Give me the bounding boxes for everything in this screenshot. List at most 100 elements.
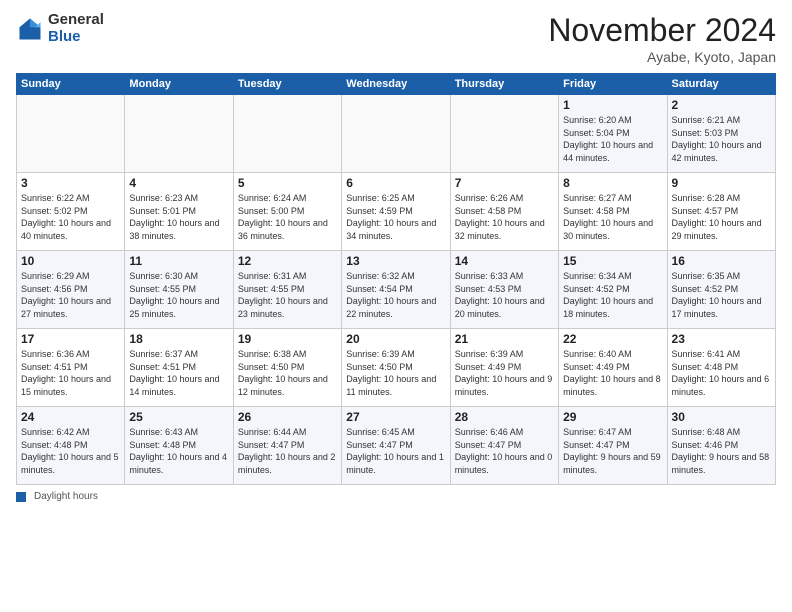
day-info: Sunrise: 6:22 AMSunset: 5:02 PMDaylight:… [21,192,120,242]
calendar-day-1: 1Sunrise: 6:20 AMSunset: 5:04 PMDaylight… [559,95,667,173]
day-info: Sunrise: 6:20 AMSunset: 5:04 PMDaylight:… [563,114,662,164]
day-info: Sunrise: 6:23 AMSunset: 5:01 PMDaylight:… [129,192,228,242]
day-info: Sunrise: 6:21 AMSunset: 5:03 PMDaylight:… [672,114,771,164]
calendar-day-3: 3 Sunrise: 6:22 AMSunset: 5:02 PMDaylight… [17,173,125,251]
day-info: Sunrise: 6:33 AMSunset: 4:53 PMDaylight:… [455,270,554,320]
calendar-day-5: 5 Sunrise: 6:24 AMSunset: 5:00 PMDaylight… [233,173,341,251]
day-number: 29 [563,410,662,424]
calendar-day-7: 7Sunrise: 6:26 AMSunset: 4:58 PMDaylight… [450,173,558,251]
calendar-day-21: 21 Sunrise: 6:39 AMSunset: 4:49 PMDayligh… [450,329,558,407]
day-number: 26 [238,410,337,424]
day-info: Sunrise: 6:36 AMSunset: 4:51 PMDaylight:… [21,348,120,398]
calendar-day-18: 18 Sunrise: 6:37 AMSunset: 4:51 PMDayligh… [125,329,233,407]
calendar-day-24: 24 Sunrise: 6:42 AMSunset: 4:48 PMDayligh… [17,407,125,485]
day-number: 23 [672,332,771,346]
day-info: Sunrise: 6:44 AMSunset: 4:47 PMDaylight:… [238,426,337,476]
day-info: Sunrise: 6:27 AMSunset: 4:58 PMDaylight:… [563,192,662,242]
day-number: 11 [129,254,228,268]
day-number: 13 [346,254,445,268]
day-info: Sunrise: 6:39 AMSunset: 4:49 PMDaylight:… [455,348,554,398]
calendar-day-8: 8 Sunrise: 6:27 AMSunset: 4:58 PMDaylight… [559,173,667,251]
day-number: 20 [346,332,445,346]
day-number: 22 [563,332,662,346]
day-number: 16 [672,254,771,268]
legend-label: Daylight hours [34,491,98,502]
logo-icon [16,15,44,43]
calendar-day-9: 9 Sunrise: 6:28 AMSunset: 4:57 PMDaylight… [667,173,775,251]
calendar-day-16: 16 Sunrise: 6:35 AMSunset: 4:52 PMDayligh… [667,251,775,329]
calendar-day-empty [125,95,233,173]
calendar-day-empty [17,95,125,173]
day-info: Sunrise: 6:39 AMSunset: 4:50 PMDaylight:… [346,348,445,398]
calendar-day-empty [233,95,341,173]
logo-text: General Blue [48,12,104,45]
calendar-day-28: 28Sunrise: 6:46 AMSunset: 4:47 PMDayligh… [450,407,558,485]
calendar-day-10: 10 Sunrise: 6:29 AMSunset: 4:56 PMDayligh… [17,251,125,329]
day-number: 2 [672,98,771,112]
logo: General Blue [16,12,104,45]
legend-dot [16,492,26,502]
day-info: Sunrise: 6:40 AMSunset: 4:49 PMDaylight:… [563,348,662,398]
calendar-header-thursday: Thursday [450,74,558,95]
day-number: 10 [21,254,120,268]
day-number: 30 [672,410,771,424]
day-number: 15 [563,254,662,268]
calendar-week-1: 1Sunrise: 6:20 AMSunset: 5:04 PMDaylight… [17,95,776,173]
day-info: Sunrise: 6:45 AMSunset: 4:47 PMDaylight:… [346,426,445,476]
day-info: Sunrise: 6:30 AMSunset: 4:55 PMDaylight:… [129,270,228,320]
day-number: 3 [21,176,120,190]
calendar-day-11: 11 Sunrise: 6:30 AMSunset: 4:55 PMDayligh… [125,251,233,329]
day-info: Sunrise: 6:29 AMSunset: 4:56 PMDaylight:… [21,270,120,320]
calendar-header-saturday: Saturday [667,74,775,95]
title-section: November 2024 Ayabe, Kyoto, Japan [548,12,776,65]
day-number: 8 [563,176,662,190]
calendar-header-monday: Monday [125,74,233,95]
day-info: Sunrise: 6:47 AMSunset: 4:47 PMDaylight:… [563,426,662,476]
calendar-day-26: 26 Sunrise: 6:44 AMSunset: 4:47 PMDayligh… [233,407,341,485]
day-info: Sunrise: 6:37 AMSunset: 4:51 PMDaylight:… [129,348,228,398]
day-number: 18 [129,332,228,346]
day-info: Sunrise: 6:41 AMSunset: 4:48 PMDaylight:… [672,348,771,398]
day-number: 6 [346,176,445,190]
day-number: 17 [21,332,120,346]
day-info: Sunrise: 6:24 AMSunset: 5:00 PMDaylight:… [238,192,337,242]
day-number: 28 [455,410,554,424]
calendar-day-17: 17 Sunrise: 6:36 AMSunset: 4:51 PMDayligh… [17,329,125,407]
calendar-day-25: 25Sunrise: 6:43 AMSunset: 4:48 PMDayligh… [125,407,233,485]
calendar-day-4: 4Sunrise: 6:23 AMSunset: 5:01 PMDaylight… [125,173,233,251]
header: General Blue November 2024 Ayabe, Kyoto,… [16,12,776,65]
day-info: Sunrise: 6:42 AMSunset: 4:48 PMDaylight:… [21,426,120,476]
calendar-day-empty [450,95,558,173]
calendar-header-friday: Friday [559,74,667,95]
location: Ayabe, Kyoto, Japan [548,49,776,65]
day-info: Sunrise: 6:48 AMSunset: 4:46 PMDaylight:… [672,426,771,476]
day-number: 27 [346,410,445,424]
calendar-week-3: 10 Sunrise: 6:29 AMSunset: 4:56 PMDayligh… [17,251,776,329]
day-info: Sunrise: 6:31 AMSunset: 4:55 PMDaylight:… [238,270,337,320]
day-number: 12 [238,254,337,268]
day-number: 7 [455,176,554,190]
day-info: Sunrise: 6:43 AMSunset: 4:48 PMDaylight:… [129,426,228,476]
day-info: Sunrise: 6:35 AMSunset: 4:52 PMDaylight:… [672,270,771,320]
calendar-day-empty [342,95,450,173]
day-number: 24 [21,410,120,424]
calendar-day-23: 23 Sunrise: 6:41 AMSunset: 4:48 PMDayligh… [667,329,775,407]
day-number: 5 [238,176,337,190]
calendar-day-30: 30 Sunrise: 6:48 AMSunset: 4:46 PMDayligh… [667,407,775,485]
calendar-day-29: 29 Sunrise: 6:47 AMSunset: 4:47 PMDayligh… [559,407,667,485]
calendar-week-4: 17 Sunrise: 6:36 AMSunset: 4:51 PMDayligh… [17,329,776,407]
day-number: 21 [455,332,554,346]
calendar-header-row: SundayMondayTuesdayWednesdayThursdayFrid… [17,74,776,95]
day-number: 9 [672,176,771,190]
day-info: Sunrise: 6:28 AMSunset: 4:57 PMDaylight:… [672,192,771,242]
calendar-day-12: 12 Sunrise: 6:31 AMSunset: 4:55 PMDayligh… [233,251,341,329]
calendar-week-5: 24 Sunrise: 6:42 AMSunset: 4:48 PMDayligh… [17,407,776,485]
calendar-day-13: 13 Sunrise: 6:32 AMSunset: 4:54 PMDayligh… [342,251,450,329]
calendar-day-6: 6 Sunrise: 6:25 AMSunset: 4:59 PMDaylight… [342,173,450,251]
day-info: Sunrise: 6:38 AMSunset: 4:50 PMDaylight:… [238,348,337,398]
day-info: Sunrise: 6:25 AMSunset: 4:59 PMDaylight:… [346,192,445,242]
day-info: Sunrise: 6:32 AMSunset: 4:54 PMDaylight:… [346,270,445,320]
calendar-header-sunday: Sunday [17,74,125,95]
calendar-day-2: 2 Sunrise: 6:21 AMSunset: 5:03 PMDaylight… [667,95,775,173]
day-info: Sunrise: 6:34 AMSunset: 4:52 PMDaylight:… [563,270,662,320]
